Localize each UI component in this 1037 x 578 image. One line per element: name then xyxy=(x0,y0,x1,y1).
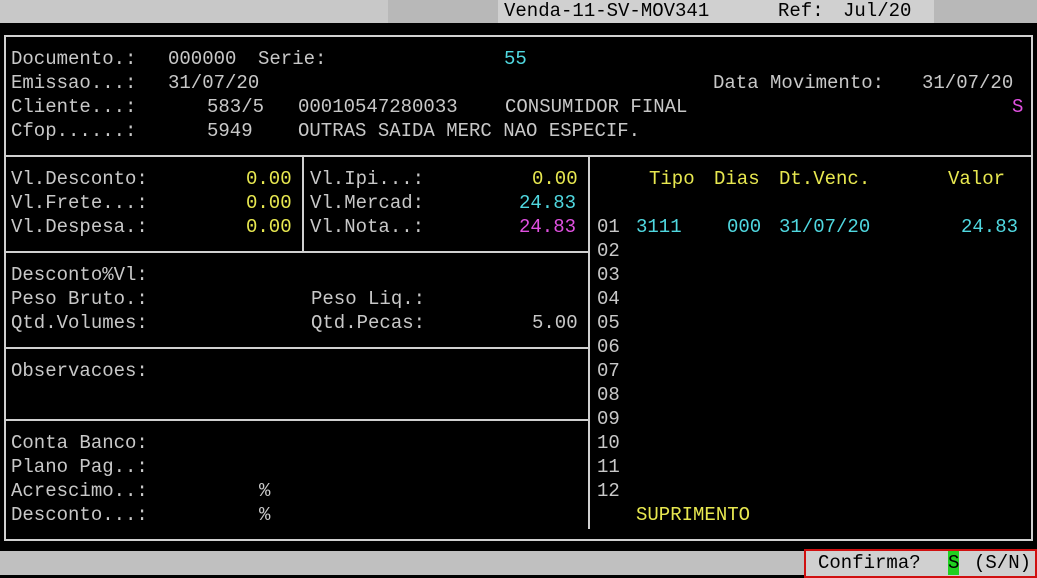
qtd-pecas-value: 5.00 xyxy=(532,312,578,334)
serie-value: 55 xyxy=(504,48,527,70)
col-valor-header: Valor xyxy=(948,168,1006,190)
installment-number: 03 xyxy=(597,264,620,286)
observacoes-label: Observacoes: xyxy=(11,360,148,382)
serie-label: Serie: xyxy=(258,48,327,70)
data-movimento-label: Data Movimento: xyxy=(713,72,885,94)
installment-number: 09 xyxy=(597,408,620,430)
desconto-label: Desconto...: xyxy=(11,504,148,526)
divider-header xyxy=(4,155,1033,157)
col-tipo-header: Tipo xyxy=(649,168,695,190)
installment-number: 08 xyxy=(597,384,620,406)
installment-valor: 24.83 xyxy=(961,216,1019,238)
ref-label: Ref: xyxy=(778,0,824,22)
peso-liq-label: Peso Liq.: xyxy=(311,288,426,310)
cfop-description: OUTRAS SAIDA MERC NAO ESPECIF. xyxy=(298,120,641,142)
documento-value: 000000 xyxy=(168,48,237,70)
installment-number: 10 xyxy=(597,432,620,454)
installment-number: 02 xyxy=(597,240,620,262)
plano-pag-label: Plano Pag..: xyxy=(11,456,148,478)
cliente-label: Cliente...: xyxy=(11,96,137,118)
installment-dias: 000 xyxy=(727,216,762,238)
peso-bruto-label: Peso Bruto.: xyxy=(11,288,148,310)
documento-label: Documento.: xyxy=(11,48,137,70)
installment-number: 11 xyxy=(597,456,620,478)
installment-dt-venc: 31/07/20 xyxy=(779,216,871,238)
vl-despesa-value: 0.00 xyxy=(246,216,292,238)
vl-nota-value: 24.83 xyxy=(519,216,577,238)
confirm-answer-input[interactable]: S xyxy=(948,551,960,575)
installment-number: 12 xyxy=(597,480,620,502)
vl-mercad-label: Vl.Mercad: xyxy=(310,192,425,214)
emissao-value: 31/07/20 xyxy=(168,72,260,94)
vl-ipi-value: 0.00 xyxy=(532,168,578,190)
cliente-name: CONSUMIDOR FINAL xyxy=(505,96,688,118)
col-dtvenc-header: Dt.Venc. xyxy=(779,168,871,190)
desconto-pct-label: Desconto%Vl: xyxy=(11,264,148,286)
divider-extra-bottom xyxy=(4,347,590,349)
acrescimo-pct: % xyxy=(259,480,271,502)
cliente-flag: S xyxy=(1012,96,1024,118)
divider-obs-bottom xyxy=(4,419,590,421)
title-bar: Venda-11-SV-MOV341 Ref: Jul/20 xyxy=(0,0,1037,23)
vl-desconto-label: Vl.Desconto: xyxy=(11,168,148,190)
divider-right-panel xyxy=(588,155,590,529)
installment-number: 04 xyxy=(597,288,620,310)
installment-number: 06 xyxy=(597,336,620,358)
cliente-doc: 00010547280033 xyxy=(298,96,458,118)
acrescimo-label: Acrescimo..: xyxy=(11,480,148,502)
qtd-pecas-label: Qtd.Pecas: xyxy=(311,312,426,334)
col-dias-header: Dias xyxy=(714,168,760,190)
confirm-options: (S/N) xyxy=(974,552,1032,574)
vl-frete-label: Vl.Frete...: xyxy=(11,192,148,214)
installment-number: 01 xyxy=(597,216,620,238)
confirm-prompt[interactable]: Confirma? S (S/N) xyxy=(804,549,1037,578)
installment-number: 05 xyxy=(597,312,620,334)
vl-mercad-value: 24.83 xyxy=(519,192,577,214)
vl-despesa-label: Vl.Despesa.: xyxy=(11,216,148,238)
cliente-code: 583/5 xyxy=(207,96,265,118)
divider-values xyxy=(302,155,304,251)
divider-values-bottom xyxy=(4,251,590,253)
data-movimento-value: 31/07/20 xyxy=(922,72,1014,94)
confirm-label: Confirma? xyxy=(818,552,921,574)
cfop-code: 5949 xyxy=(207,120,253,142)
installment-footer: SUPRIMENTO xyxy=(636,504,751,526)
emissao-label: Emissao...: xyxy=(11,72,137,94)
conta-banco-label: Conta Banco: xyxy=(11,432,148,454)
vl-frete-value: 0.00 xyxy=(246,192,292,214)
desconto-pct: % xyxy=(259,504,271,526)
ref-value: Jul/20 xyxy=(843,0,912,22)
program-title: Venda-11-SV-MOV341 xyxy=(504,0,710,22)
installment-tipo: 3111 xyxy=(636,216,682,238)
installment-number: 07 xyxy=(597,360,620,382)
vl-nota-label: Vl.Nota..: xyxy=(310,216,425,238)
vl-desconto-value: 0.00 xyxy=(246,168,292,190)
cfop-label: Cfop......: xyxy=(11,120,137,142)
qtd-volumes-label: Qtd.Volumes: xyxy=(11,312,148,334)
vl-ipi-label: Vl.Ipi...: xyxy=(310,168,425,190)
